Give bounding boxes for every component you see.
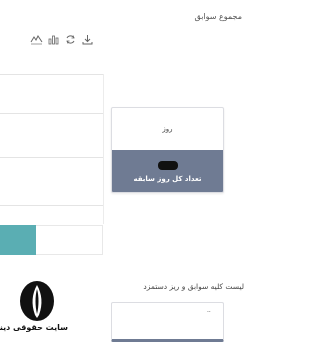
grid-line bbox=[0, 157, 103, 158]
list-section-title: لیست کلیه سوابق و ریز دستمزد bbox=[143, 282, 244, 291]
records-list[interactable]: .. bbox=[111, 302, 224, 342]
list-placeholder: .. bbox=[207, 307, 211, 314]
chart-border bbox=[103, 74, 104, 224]
grid-line bbox=[0, 113, 103, 114]
card-footer: تعداد کل روز سابقه bbox=[112, 150, 223, 192]
card-value-area: روز bbox=[112, 108, 223, 150]
watermark-text: سایت حقوقی دینا bbox=[0, 323, 68, 332]
download-icon[interactable] bbox=[81, 34, 94, 45]
watermark-logo: سایت حقوقی دینا bbox=[0, 280, 68, 340]
unit-label: روز bbox=[162, 125, 173, 133]
chart-bar-track bbox=[36, 225, 103, 255]
feather-logo-icon bbox=[20, 281, 54, 321]
card-label: تعداد کل روز سابقه bbox=[133, 175, 202, 183]
chart-bar[interactable] bbox=[0, 225, 36, 255]
grid-line bbox=[0, 74, 103, 75]
grid-line bbox=[0, 205, 103, 206]
total-days-card: روز تعداد کل روز سابقه bbox=[111, 107, 224, 193]
refresh-icon[interactable] bbox=[64, 34, 77, 45]
line-chart-icon[interactable] bbox=[30, 34, 43, 45]
chart-toolbar bbox=[30, 34, 94, 45]
redacted-value bbox=[157, 161, 178, 170]
bar-chart-icon[interactable] bbox=[47, 34, 60, 45]
page-title: مجموع سوابق bbox=[194, 12, 242, 21]
